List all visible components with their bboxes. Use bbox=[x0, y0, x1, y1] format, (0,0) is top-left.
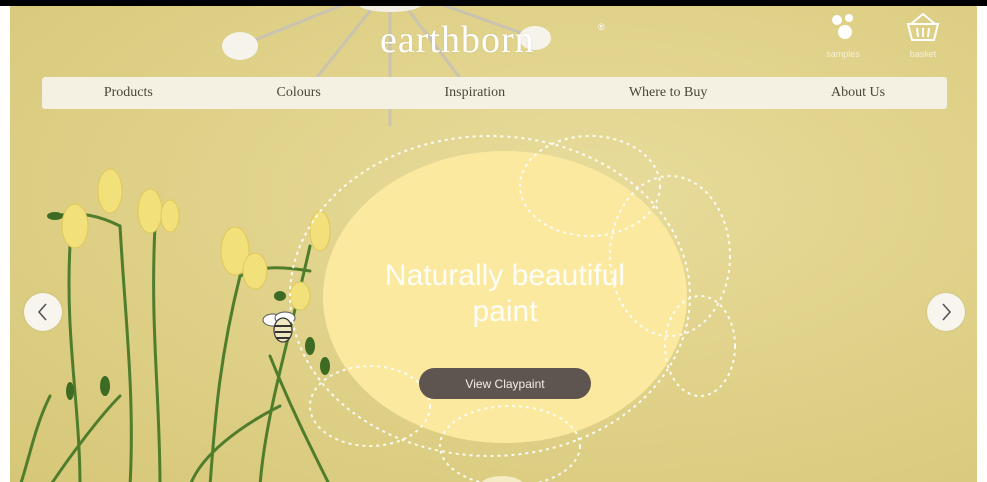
carousel-prev-button[interactable] bbox=[24, 293, 62, 331]
view-claypaint-button[interactable]: View Claypaint bbox=[419, 368, 591, 399]
right-margin bbox=[977, 6, 987, 482]
samples-button[interactable]: samples bbox=[815, 10, 871, 66]
nav-item-products[interactable]: Products bbox=[94, 85, 163, 101]
main-navigation: Products Colours Inspiration Where to Bu… bbox=[42, 77, 947, 109]
nav-item-colours[interactable]: Colours bbox=[267, 85, 331, 101]
screenshot-frame: Naturally beautiful paint View Claypaint… bbox=[0, 0, 987, 482]
samples-icon bbox=[832, 14, 853, 39]
left-margin bbox=[0, 6, 10, 482]
hero-headline-line2: paint bbox=[472, 295, 538, 328]
basket-button[interactable]: basket bbox=[895, 10, 951, 66]
registered-mark: ® bbox=[598, 22, 605, 32]
chevron-right-icon bbox=[942, 303, 952, 321]
basket-label: basket bbox=[909, 49, 937, 59]
hero-headline-line1: Naturally beautiful bbox=[384, 259, 626, 292]
nav-item-inspiration[interactable]: Inspiration bbox=[435, 85, 516, 101]
basket-icon bbox=[906, 12, 940, 41]
earthborn-logo[interactable]: earthborn bbox=[380, 18, 535, 62]
nav-item-where-to-buy[interactable]: Where to Buy bbox=[619, 85, 718, 101]
samples-label: samples bbox=[826, 49, 860, 59]
chevron-left-icon bbox=[37, 303, 47, 321]
hero-headline: Naturally beautiful paint bbox=[335, 258, 675, 330]
nav-item-about-us[interactable]: About Us bbox=[821, 85, 895, 101]
logo-text: earthborn bbox=[380, 19, 535, 61]
carousel-next-button[interactable] bbox=[927, 293, 965, 331]
